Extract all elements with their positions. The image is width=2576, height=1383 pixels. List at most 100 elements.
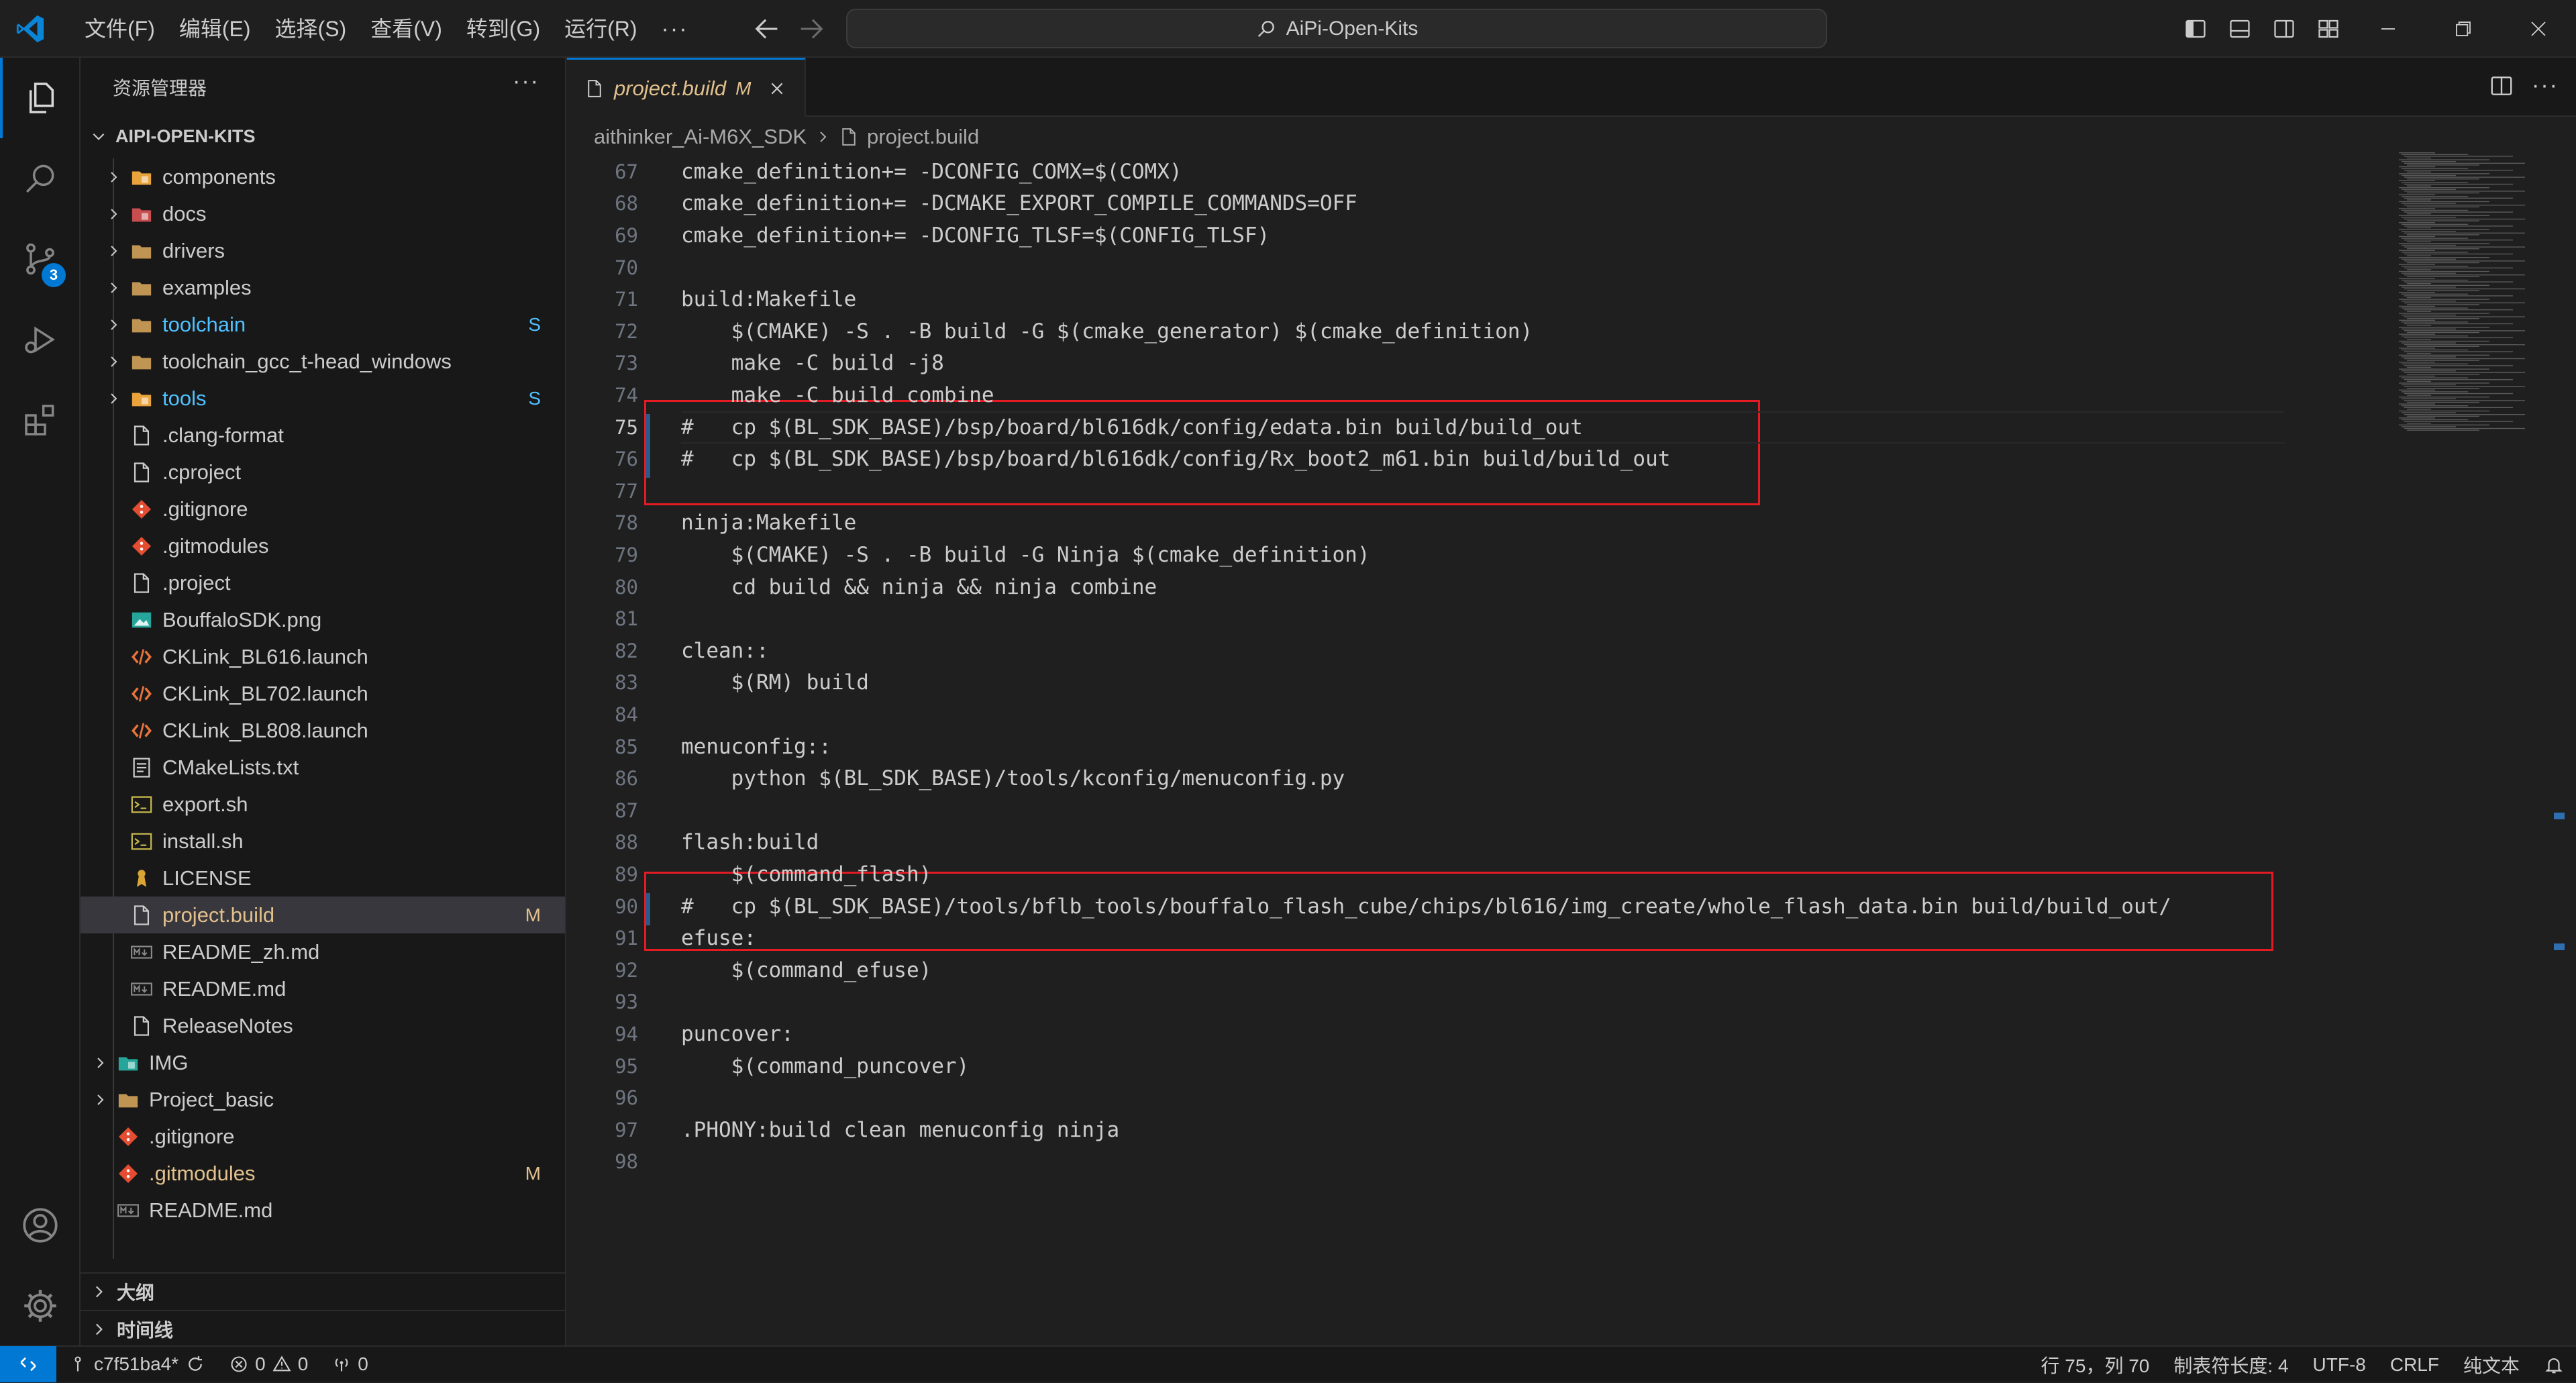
remote-indicator-button[interactable] [0, 1346, 56, 1382]
code-line[interactable]: 86 python $(BL_SDK_BASE)/tools/kconfig/m… [567, 762, 2312, 795]
split-editor-icon[interactable] [2489, 73, 2514, 99]
chevron-right-icon[interactable] [103, 352, 123, 372]
code-line[interactable]: 87 [567, 795, 2312, 827]
code-line[interactable]: 84 [567, 699, 2312, 731]
code-line[interactable]: 95 $(command_puncover) [567, 1050, 2312, 1082]
file-item[interactable]: ReleaseNotes [81, 1007, 565, 1044]
command-center-search[interactable]: AiPi-Open-Kits [846, 9, 1827, 48]
menu-run[interactable]: 运行(R) [552, 9, 649, 49]
accounts-activity-button[interactable] [0, 1185, 81, 1266]
menu-go[interactable]: 转到(G) [454, 9, 552, 49]
file-item[interactable]: project.build M [81, 897, 565, 933]
file-item[interactable]: CKLink_BL616.launch [81, 638, 565, 675]
file-item[interactable]: .gitignore [81, 491, 565, 527]
forward-arrow-icon[interactable] [796, 13, 827, 44]
chevron-right-icon[interactable] [103, 241, 123, 261]
chevron-right-icon[interactable] [103, 315, 123, 335]
cursor-position[interactable]: 行 75，列 70 [2029, 1351, 2162, 1378]
menu-view[interactable]: 查看(V) [358, 9, 454, 49]
file-item[interactable]: CKLink_BL702.launch [81, 675, 565, 712]
file-item[interactable]: CMakeLists.txt [81, 749, 565, 786]
folder-item[interactable]: components [81, 158, 565, 195]
file-item[interactable]: .clang-format [81, 417, 565, 454]
run-debug-activity-button[interactable] [0, 299, 81, 380]
breadcrumb-folder[interactable]: aithinker_Ai-M6X_SDK [594, 125, 807, 149]
code-line[interactable]: 88 flash:build [567, 827, 2312, 859]
file-item[interactable]: README.md [81, 970, 565, 1007]
tab-close-button[interactable] [766, 77, 788, 100]
file-item[interactable]: .project [81, 564, 565, 601]
file-item[interactable]: CKLink_BL808.launch [81, 712, 565, 749]
indentation-status[interactable]: 制表符长度: 4 [2161, 1351, 2300, 1378]
code-line[interactable]: 90 # cp $(BL_SDK_BASE)/tools/bflb_tools/b… [567, 890, 2312, 923]
problems-status[interactable]: 0 0 [217, 1353, 320, 1375]
code-line[interactable]: 69 cmake_definition+= -DCONFIG_TLSF=$(CON… [567, 219, 2312, 252]
code-line[interactable]: 76 # cp $(BL_SDK_BASE)/bsp/board/bl616dk/… [567, 443, 2312, 475]
code-line[interactable]: 70 [567, 252, 2312, 284]
tab-project-build[interactable]: project.build M [567, 58, 806, 117]
timeline-section-header[interactable]: 时间线 [81, 1310, 565, 1347]
toggle-primary-sidebar-button[interactable] [2173, 0, 2218, 58]
code-editor[interactable]: 67 cmake_definition+= -DCONFIG_COMX=$(COM… [567, 156, 2576, 1345]
chevron-right-icon[interactable] [103, 278, 123, 298]
code-line[interactable]: 68 cmake_definition+= -DCMAKE_EXPORT_COMP… [567, 188, 2312, 220]
minimize-button[interactable] [2351, 0, 2426, 58]
folder-item[interactable]: IMG [81, 1044, 565, 1081]
code-line[interactable]: 97 .PHONY:build clean menuconfig ninja [567, 1114, 2312, 1146]
code-line[interactable]: 81 [567, 603, 2312, 635]
notifications-button[interactable] [2532, 1355, 2576, 1375]
code-line[interactable]: 85 menuconfig:: [567, 731, 2312, 763]
file-item[interactable]: .gitmodules [81, 527, 565, 564]
file-item[interactable]: .gitignore [81, 1118, 565, 1155]
code-line[interactable]: 94 puncover: [567, 1018, 2312, 1050]
explorer-more-actions-button[interactable]: ··· [513, 68, 539, 95]
code-line[interactable]: 98 [567, 1146, 2312, 1178]
branch-status[interactable]: c7f51ba4* [56, 1353, 217, 1375]
close-window-button[interactable] [2501, 0, 2576, 58]
folder-item[interactable]: Project_basic [81, 1081, 565, 1118]
code-line[interactable]: 73 make -C build -j8 [567, 348, 2312, 380]
code-line[interactable]: 91 efuse: [567, 922, 2312, 954]
sync-icon[interactable] [185, 1354, 205, 1374]
folder-item[interactable]: toolchain S [81, 306, 565, 343]
chevron-right-icon[interactable] [103, 389, 123, 409]
explorer-activity-button[interactable] [0, 58, 81, 138]
file-item[interactable]: BouffaloSDK.png [81, 601, 565, 638]
code-line[interactable]: 71 build:Makefile [567, 283, 2312, 315]
code-line[interactable]: 75 # cp $(BL_SDK_BASE)/bsp/board/bl616dk/… [567, 411, 2312, 444]
file-item[interactable]: .cproject [81, 454, 565, 491]
file-item[interactable]: README_zh.md [81, 933, 565, 970]
menu-selection[interactable]: 选择(S) [263, 9, 359, 49]
chevron-right-icon[interactable] [90, 1090, 110, 1110]
code-line[interactable]: 79 $(CMAKE) -S . -B build -G Ninja $(cma… [567, 539, 2312, 571]
code-line[interactable]: 67 cmake_definition+= -DCONFIG_COMX=$(COM… [567, 156, 2312, 188]
language-mode-status[interactable]: 纯文本 [2451, 1351, 2532, 1378]
minimap[interactable] [2392, 151, 2560, 433]
folder-item[interactable]: drivers [81, 232, 565, 269]
menu-edit[interactable]: 编辑(E) [167, 9, 263, 49]
toggle-secondary-sidebar-button[interactable] [2262, 0, 2306, 58]
chevron-right-icon[interactable] [103, 167, 123, 187]
restore-button[interactable] [2426, 0, 2501, 58]
file-item[interactable]: .gitmodules M [81, 1155, 565, 1192]
folder-item[interactable]: examples [81, 269, 565, 306]
code-line[interactable]: 72 $(CMAKE) -S . -B build -G $(cmake_gen… [567, 315, 2312, 348]
code-line[interactable]: 74 make -C build combine [567, 379, 2312, 411]
back-arrow-icon[interactable] [752, 13, 782, 44]
code-line[interactable]: 77 [567, 475, 2312, 507]
folder-item[interactable]: docs [81, 195, 565, 232]
editor-more-actions-button[interactable]: ··· [2532, 72, 2559, 99]
code-line[interactable]: 80 cd build && ninja && ninja combine [567, 571, 2312, 603]
source-control-activity-button[interactable]: 3 [0, 219, 81, 299]
code-line[interactable]: 93 [567, 986, 2312, 1019]
folder-item[interactable]: toolchain_gcc_t-head_windows [81, 343, 565, 380]
manage-activity-button[interactable] [0, 1266, 81, 1346]
search-activity-button[interactable] [0, 138, 81, 219]
chevron-right-icon[interactable] [90, 1053, 110, 1073]
outline-section-header[interactable]: 大纲 [81, 1272, 565, 1309]
extensions-activity-button[interactable] [0, 380, 81, 460]
file-item[interactable]: LICENSE [81, 860, 565, 897]
code-line[interactable]: 89 $(command_flash) [567, 858, 2312, 890]
encoding-status[interactable]: UTF-8 [2301, 1354, 2378, 1376]
toggle-panel-button[interactable] [2218, 0, 2262, 58]
